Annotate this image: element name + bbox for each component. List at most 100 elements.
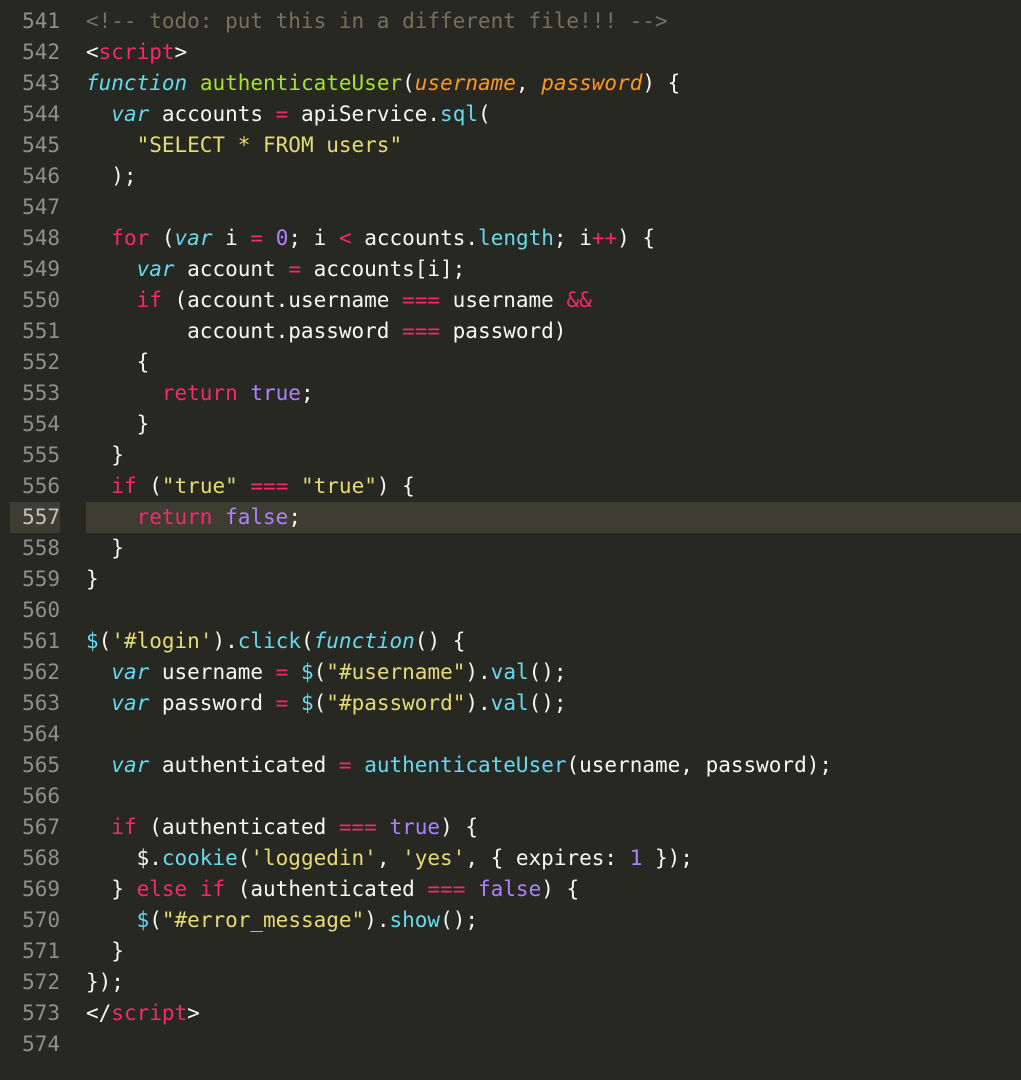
token-punc: > <box>187 1001 200 1025</box>
code-line[interactable]: <script> <box>86 37 1021 68</box>
code-line[interactable]: } <box>86 936 1021 967</box>
code-line[interactable]: var account = accounts[i]; <box>86 254 1021 285</box>
token-call: $ <box>137 908 150 932</box>
code-line[interactable]: var password = $("#password").val(); <box>86 688 1021 719</box>
token-punc: , <box>516 71 541 95</box>
token-punc: ; <box>288 505 301 529</box>
line-number: 544 <box>10 99 60 130</box>
token-punc: ) { <box>642 71 680 95</box>
code-line[interactable]: } <box>86 564 1021 595</box>
code-line[interactable]: } <box>86 440 1021 471</box>
token-punc: ; i <box>288 226 339 250</box>
token-call: click <box>238 629 301 653</box>
line-number: 566 <box>10 781 60 812</box>
token-punc <box>263 226 276 250</box>
code-line[interactable] <box>86 1029 1021 1060</box>
token-num: 0 <box>276 226 289 250</box>
token-kw: === <box>402 288 440 312</box>
line-number: 561 <box>10 626 60 657</box>
code-line[interactable]: } else if (authenticated === false) { <box>86 874 1021 905</box>
token-call: val <box>491 691 529 715</box>
line-number: 563 <box>10 688 60 719</box>
code-line[interactable]: function authenticateUser(username, pass… <box>86 68 1021 99</box>
token-punc: } <box>86 567 99 591</box>
code-line[interactable]: if (authenticated === true) { <box>86 812 1021 843</box>
code-line[interactable]: "SELECT * FROM users" <box>86 130 1021 161</box>
token-punc <box>187 877 200 901</box>
code-line[interactable]: $.cookie('loggedin', 'yes', { expires: 1… <box>86 843 1021 874</box>
token-cmt: <!-- todo: put this in a different file!… <box>86 9 668 33</box>
token-kw: for <box>111 226 149 250</box>
token-kw: = <box>276 691 289 715</box>
code-line[interactable]: { <box>86 347 1021 378</box>
token-punc: (); <box>529 660 567 684</box>
code-line[interactable]: account.password === password) <box>86 316 1021 347</box>
token-kw2: var <box>111 753 149 777</box>
code-line[interactable] <box>86 192 1021 223</box>
code-editor[interactable]: 5415425435445455465475485495505515525535… <box>0 0 1021 1080</box>
code-line[interactable]: for (var i = 0; i < accounts.length; i++… <box>86 223 1021 254</box>
token-call: cookie <box>162 846 238 870</box>
line-number: 554 <box>10 409 60 440</box>
code-line[interactable] <box>86 719 1021 750</box>
token-punc: (username, password); <box>567 753 833 777</box>
line-number: 569 <box>10 874 60 905</box>
line-number: 562 <box>10 657 60 688</box>
code-line[interactable]: } <box>86 533 1021 564</box>
token-punc: }); <box>86 970 124 994</box>
token-str: 'yes' <box>402 846 465 870</box>
line-number: 545 <box>10 130 60 161</box>
token-kw: = <box>250 226 263 250</box>
token-call: show <box>389 908 440 932</box>
token-punc <box>86 226 111 250</box>
code-line[interactable]: ); <box>86 161 1021 192</box>
token-str: "true" <box>301 474 377 498</box>
token-punc <box>288 474 301 498</box>
code-line[interactable]: }); <box>86 967 1021 998</box>
token-punc: ( <box>314 660 327 684</box>
token-punc: (authenticated <box>137 815 339 839</box>
code-line[interactable] <box>86 595 1021 626</box>
token-punc <box>352 753 365 777</box>
token-punc: ( <box>149 908 162 932</box>
code-line[interactable]: return false; <box>86 502 1021 533</box>
token-str: "true" <box>162 474 238 498</box>
code-line[interactable]: <!-- todo: put this in a different file!… <box>86 6 1021 37</box>
code-line[interactable]: if ("true" === "true") { <box>86 471 1021 502</box>
token-punc: ( <box>301 629 314 653</box>
code-line[interactable]: $('#login').click(function() { <box>86 626 1021 657</box>
code-line[interactable]: var username = $("#username").val(); <box>86 657 1021 688</box>
token-punc <box>86 381 162 405</box>
token-punc: $. <box>86 846 162 870</box>
token-id: account <box>175 257 289 281</box>
line-number: 553 <box>10 378 60 409</box>
token-prop: length <box>478 226 554 250</box>
token-id: i <box>212 226 250 250</box>
token-bool: true <box>250 381 301 405</box>
line-number: 558 <box>10 533 60 564</box>
code-line[interactable]: var accounts = apiService.sql( <box>86 99 1021 130</box>
token-str: "#password" <box>326 691 465 715</box>
token-punc: (); <box>440 908 478 932</box>
code-line[interactable]: return true; <box>86 378 1021 409</box>
line-number: 568 <box>10 843 60 874</box>
token-punc <box>377 815 390 839</box>
code-area[interactable]: <!-- todo: put this in a different file!… <box>74 0 1021 1080</box>
token-punc: ; i <box>554 226 592 250</box>
token-kw2: function <box>314 629 415 653</box>
token-call: authenticateUser <box>364 753 566 777</box>
token-kw2: var <box>111 660 149 684</box>
token-punc: ( <box>314 691 327 715</box>
code-line[interactable]: if (account.username === username && <box>86 285 1021 316</box>
code-line[interactable] <box>86 781 1021 812</box>
token-punc <box>86 660 111 684</box>
token-punc: ; <box>301 381 314 405</box>
token-punc: ). <box>212 629 237 653</box>
token-kw: if <box>111 815 136 839</box>
token-str: 'loggedin' <box>250 846 376 870</box>
code-line[interactable]: $("#error_message").show(); <box>86 905 1021 936</box>
code-line[interactable]: } <box>86 409 1021 440</box>
code-line[interactable]: </script> <box>86 998 1021 1029</box>
line-number: 541 <box>10 6 60 37</box>
code-line[interactable]: var authenticated = authenticateUser(use… <box>86 750 1021 781</box>
